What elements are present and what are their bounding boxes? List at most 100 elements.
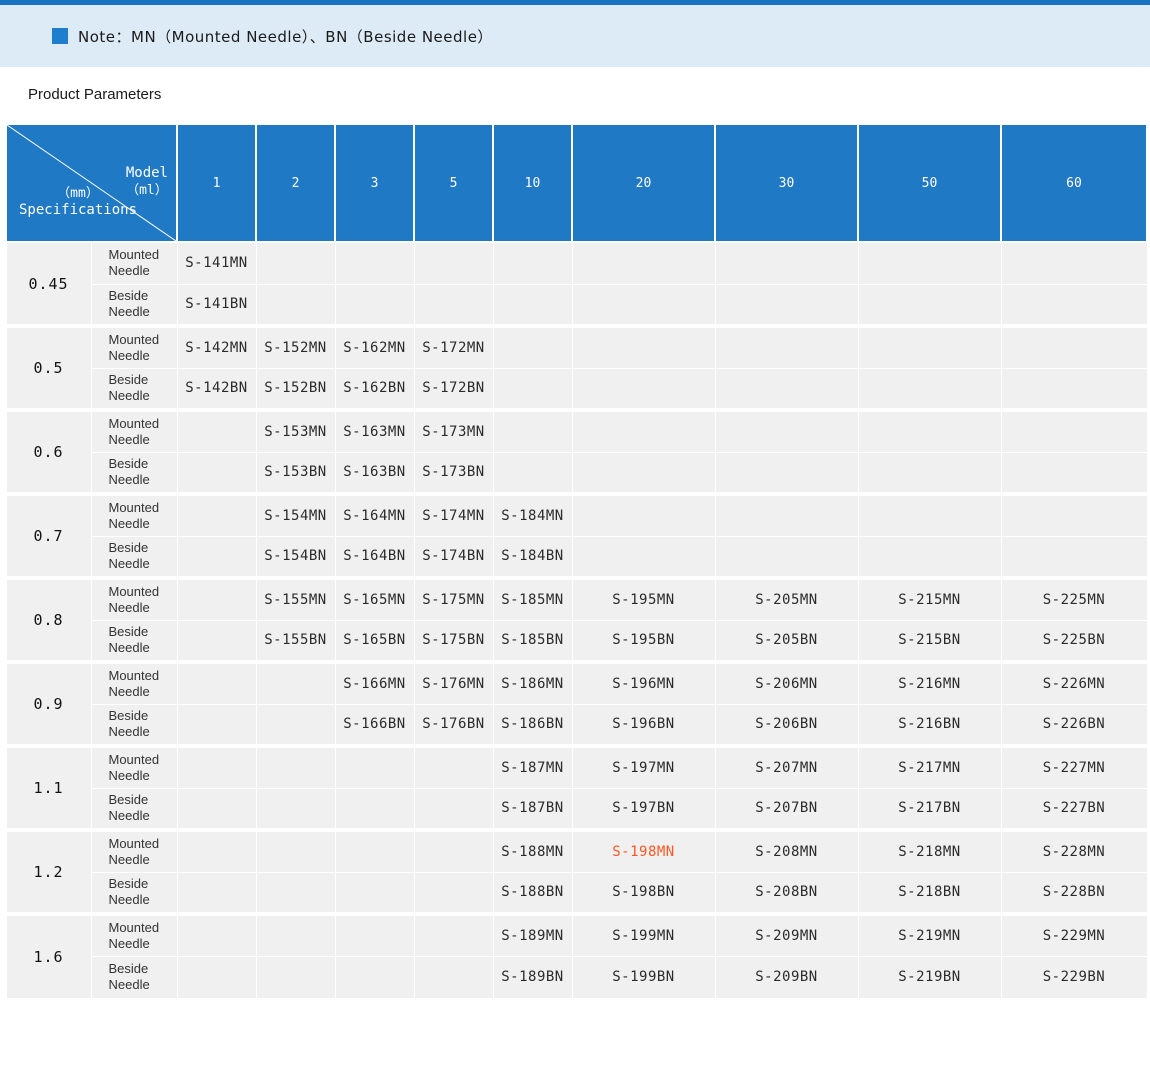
model-cell-S-142BN[interactable]: S-142BN bbox=[176, 367, 257, 411]
model-cell-S-205MN[interactable]: S-205MN bbox=[714, 576, 859, 621]
model-cell-S-216MN[interactable]: S-216MN bbox=[857, 660, 1002, 705]
model-cell-S-219BN[interactable]: S-219BN bbox=[857, 955, 1002, 999]
model-cell-S-218MN[interactable]: S-218MN bbox=[857, 828, 1002, 873]
model-cell-S-185MN[interactable]: S-185MN bbox=[492, 576, 573, 621]
empty-cell bbox=[857, 535, 1002, 579]
model-cell-S-163MN[interactable]: S-163MN bbox=[334, 408, 415, 453]
model-cell-S-176MN[interactable]: S-176MN bbox=[413, 660, 494, 705]
model-cell-S-206BN[interactable]: S-206BN bbox=[714, 703, 859, 747]
model-cell-S-155MN[interactable]: S-155MN bbox=[255, 576, 336, 621]
model-cell-S-153MN[interactable]: S-153MN bbox=[255, 408, 336, 453]
model-cell-S-173BN[interactable]: S-173BN bbox=[413, 451, 494, 495]
model-cell-S-176BN[interactable]: S-176BN bbox=[413, 703, 494, 747]
model-cell-S-184BN[interactable]: S-184BN bbox=[492, 535, 573, 579]
empty-cell bbox=[1000, 535, 1148, 579]
model-cell-S-227MN[interactable]: S-227MN bbox=[1000, 744, 1148, 789]
model-cell-S-205BN[interactable]: S-205BN bbox=[714, 619, 859, 663]
model-cell-S-195MN[interactable]: S-195MN bbox=[571, 576, 716, 621]
model-cell-S-207BN[interactable]: S-207BN bbox=[714, 787, 859, 831]
model-cell-S-198MN[interactable]: S-198MN bbox=[571, 828, 716, 873]
model-cell-S-175BN[interactable]: S-175BN bbox=[413, 619, 494, 663]
model-cell-S-173MN[interactable]: S-173MN bbox=[413, 408, 494, 453]
model-cell-S-152BN[interactable]: S-152BN bbox=[255, 367, 336, 411]
model-cell-S-154MN[interactable]: S-154MN bbox=[255, 492, 336, 537]
model-cell-S-228BN[interactable]: S-228BN bbox=[1000, 871, 1148, 915]
model-cell-S-164BN[interactable]: S-164BN bbox=[334, 535, 415, 579]
model-cell-S-225BN[interactable]: S-225BN bbox=[1000, 619, 1148, 663]
row-beside-1.6: Beside Needle S-189BN S-199BN S-209BN S-219B… bbox=[6, 955, 1148, 999]
model-cell-S-187MN[interactable]: S-187MN bbox=[492, 744, 573, 789]
empty-cell bbox=[334, 787, 415, 831]
model-cell-S-228MN[interactable]: S-228MN bbox=[1000, 828, 1148, 873]
empty-cell bbox=[1000, 408, 1148, 453]
model-cell-S-141MN[interactable]: S-141MN bbox=[176, 241, 257, 285]
model-cell-S-162BN[interactable]: S-162BN bbox=[334, 367, 415, 411]
model-cell-S-152MN[interactable]: S-152MN bbox=[255, 324, 336, 369]
model-cell-S-163BN[interactable]: S-163BN bbox=[334, 451, 415, 495]
row-beside-0.45: Beside Needle S-141BN bbox=[6, 283, 1148, 327]
empty-cell bbox=[176, 744, 257, 789]
model-cell-S-174BN[interactable]: S-174BN bbox=[413, 535, 494, 579]
model-cell-S-184MN[interactable]: S-184MN bbox=[492, 492, 573, 537]
model-cell-S-174MN[interactable]: S-174MN bbox=[413, 492, 494, 537]
model-cell-S-189BN[interactable]: S-189BN bbox=[492, 955, 573, 999]
model-cell-S-215BN[interactable]: S-215BN bbox=[857, 619, 1002, 663]
model-cell-S-218BN[interactable]: S-218BN bbox=[857, 871, 1002, 915]
model-cell-S-208BN[interactable]: S-208BN bbox=[714, 871, 859, 915]
model-cell-S-199BN[interactable]: S-199BN bbox=[571, 955, 716, 999]
model-cell-S-207MN[interactable]: S-207MN bbox=[714, 744, 859, 789]
model-cell-S-197MN[interactable]: S-197MN bbox=[571, 744, 716, 789]
model-cell-S-187BN[interactable]: S-187BN bbox=[492, 787, 573, 831]
model-cell-S-217MN[interactable]: S-217MN bbox=[857, 744, 1002, 789]
model-cell-S-155BN[interactable]: S-155BN bbox=[255, 619, 336, 663]
model-cell-S-226MN[interactable]: S-226MN bbox=[1000, 660, 1148, 705]
model-cell-S-154BN[interactable]: S-154BN bbox=[255, 535, 336, 579]
model-cell-S-172MN[interactable]: S-172MN bbox=[413, 324, 494, 369]
model-cell-S-208MN[interactable]: S-208MN bbox=[714, 828, 859, 873]
spec-label-0.9: 0.9 bbox=[5, 660, 92, 747]
model-cell-S-229MN[interactable]: S-229MN bbox=[1000, 912, 1148, 957]
model-cell-S-217BN[interactable]: S-217BN bbox=[857, 787, 1002, 831]
corner-specifications-label: （mm） Specifications bbox=[19, 185, 137, 219]
model-cell-S-188MN[interactable]: S-188MN bbox=[492, 828, 573, 873]
row-mounted-0.6: 0.6 Mounted Needle S-153MN S-163MN S-173MN bbox=[5, 408, 1148, 495]
model-cell-S-185BN[interactable]: S-185BN bbox=[492, 619, 573, 663]
model-cell-S-226BN[interactable]: S-226BN bbox=[1000, 703, 1148, 747]
model-cell-S-186MN[interactable]: S-186MN bbox=[492, 660, 573, 705]
model-cell-S-175MN[interactable]: S-175MN bbox=[413, 576, 494, 621]
model-cell-S-186BN[interactable]: S-186BN bbox=[492, 703, 573, 747]
model-cell-S-166BN[interactable]: S-166BN bbox=[334, 703, 415, 747]
model-cell-S-196MN[interactable]: S-196MN bbox=[571, 660, 716, 705]
model-cell-S-162MN[interactable]: S-162MN bbox=[334, 324, 415, 369]
model-cell-S-142MN[interactable]: S-142MN bbox=[176, 324, 257, 369]
specifications-word: Specifications bbox=[19, 202, 138, 218]
model-cell-S-225MN[interactable]: S-225MN bbox=[1000, 576, 1148, 621]
model-cell-S-188BN[interactable]: S-188BN bbox=[492, 871, 573, 915]
model-cell-S-141BN[interactable]: S-141BN bbox=[176, 283, 257, 327]
model-cell-S-164MN[interactable]: S-164MN bbox=[334, 492, 415, 537]
model-cell-S-219MN[interactable]: S-219MN bbox=[857, 912, 1002, 957]
model-cell-S-198BN[interactable]: S-198BN bbox=[571, 871, 716, 915]
model-cell-S-209MN[interactable]: S-209MN bbox=[714, 912, 859, 957]
product-parameters-table: Model （ml） （mm） Specifications 1 2 3 5 10 20 3… bbox=[5, 123, 1148, 999]
model-cell-S-153BN[interactable]: S-153BN bbox=[255, 451, 336, 495]
empty-cell bbox=[255, 660, 336, 705]
model-cell-S-229BN[interactable]: S-229BN bbox=[1000, 955, 1148, 999]
model-cell-S-195BN[interactable]: S-195BN bbox=[571, 619, 716, 663]
model-cell-S-199MN[interactable]: S-199MN bbox=[571, 912, 716, 957]
model-cell-S-227BN[interactable]: S-227BN bbox=[1000, 787, 1148, 831]
model-cell-S-197BN[interactable]: S-197BN bbox=[571, 787, 716, 831]
model-cell-S-166MN[interactable]: S-166MN bbox=[334, 660, 415, 705]
spec-label-0.5: 0.5 bbox=[5, 324, 92, 411]
model-cell-S-209BN[interactable]: S-209BN bbox=[714, 955, 859, 999]
empty-cell bbox=[714, 451, 859, 495]
model-cell-S-172BN[interactable]: S-172BN bbox=[413, 367, 494, 411]
model-cell-S-189MN[interactable]: S-189MN bbox=[492, 912, 573, 957]
model-cell-S-165BN[interactable]: S-165BN bbox=[334, 619, 415, 663]
model-cell-S-165MN[interactable]: S-165MN bbox=[334, 576, 415, 621]
empty-cell bbox=[413, 912, 494, 957]
model-cell-S-196BN[interactable]: S-196BN bbox=[571, 703, 716, 747]
model-cell-S-216BN[interactable]: S-216BN bbox=[857, 703, 1002, 747]
model-cell-S-215MN[interactable]: S-215MN bbox=[857, 576, 1002, 621]
model-cell-S-206MN[interactable]: S-206MN bbox=[714, 660, 859, 705]
